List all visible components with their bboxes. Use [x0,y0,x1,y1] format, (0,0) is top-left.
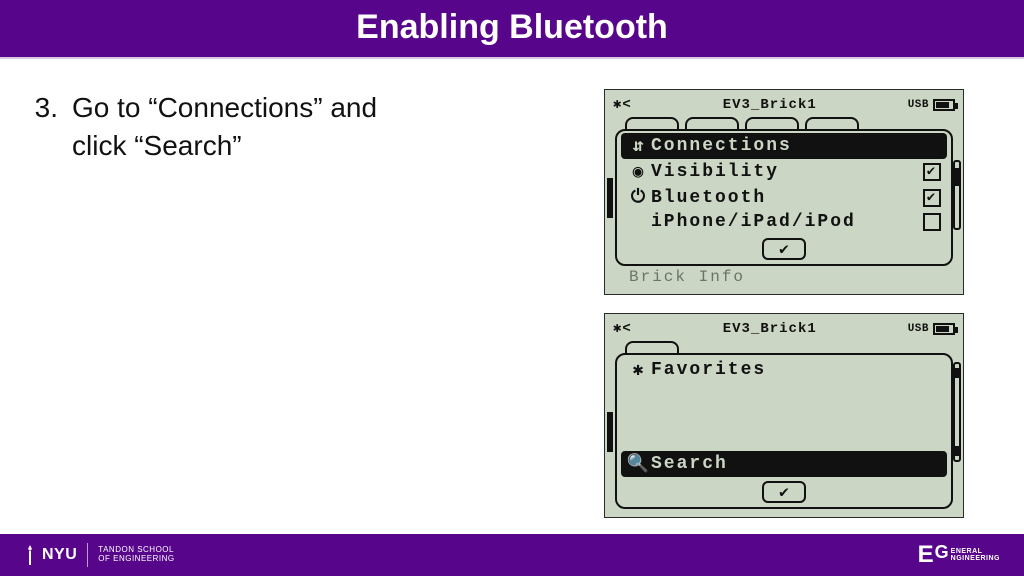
device-name: EV3_Brick1 [632,97,908,113]
power-icon: ⏻ [627,187,651,208]
nyu-school: TANDON SCHOOL OF ENGINEERING [98,546,174,564]
menu-label: Favorites [651,360,941,380]
side-marker-left [607,412,613,452]
status-bar: ✱< EV3_Brick1 USB [611,96,957,117]
checkbox-unchecked[interactable] [923,213,941,231]
menu-label: iPhone/iPad/iPod [651,212,923,232]
instruction-column: 3. Go to “Connections” and click “Search… [30,89,604,524]
checkbox-checked[interactable]: ✔ [923,189,941,207]
menu-label: Connections [651,136,941,156]
ok-button[interactable]: ✔ [762,481,806,503]
menu-item-visibility[interactable]: ◉ Visibility ✔ [621,159,947,185]
bluetooth-status-icon: ✱< [613,96,632,113]
ev3-screen-search: ✱< EV3_Brick1 USB ✱ Favorites [604,313,964,518]
menu-item-connections[interactable]: ⇵ Connections [621,133,947,159]
nyu-logo: NYU [24,545,77,565]
bluetooth-status-icon: ✱< [613,320,632,337]
menu-panel: ⇵ Connections ◉ Visibility ✔ ⏻ Bluetooth… [615,129,953,266]
eg-letter-e: E [918,541,934,569]
confirm-row: ✔ [621,234,947,260]
ok-button[interactable]: ✔ [762,238,806,260]
menu-item-search[interactable]: 🔍 Search [621,451,947,477]
status-bar: ✱< EV3_Brick1 USB [611,320,957,341]
nyu-school-line2: OF ENGINEERING [98,555,174,564]
screenshot-column: ✱< EV3_Brick1 USB ⇵ Connections [604,89,1004,524]
battery-icon [933,323,955,335]
menu-panel: ✱ Favorites 🔍 Search ✔ [615,353,953,509]
divider [87,543,88,567]
device-name: EV3_Brick1 [632,321,908,337]
favorites-list-empty [621,383,947,451]
nyu-logo-block: NYU TANDON SCHOOL OF ENGINEERING [24,543,175,567]
menu-item-iphone[interactable]: iPhone/iPad/iPod [621,210,947,234]
slide-body: 3. Go to “Connections” and click “Search… [0,59,1024,534]
footer-bar: NYU TANDON SCHOOL OF ENGINEERING E G ENE… [0,534,1024,576]
battery-icon [933,99,955,111]
menu-label: Bluetooth [651,188,923,208]
step-number: 3. [30,89,72,165]
eg-line1: ENERAL [951,548,1000,555]
network-icon: ⇵ [627,135,651,157]
search-icon: 🔍 [627,453,651,475]
checkbox-checked[interactable]: ✔ [923,163,941,181]
step-text: Go to “Connections” and click “Search” [72,89,432,165]
menu-item-favorites[interactable]: ✱ Favorites [621,357,947,383]
menu-item-bluetooth[interactable]: ⏻ Bluetooth ✔ [621,185,947,210]
side-marker-left [607,178,613,218]
menu-label: Visibility [651,162,923,182]
usb-label: USB [908,99,929,111]
scrollbar [953,160,961,230]
nyu-text: NYU [42,546,77,564]
slide: Enabling Bluetooth 3. Go to “Connections… [0,0,1024,576]
eye-icon: ◉ [627,161,651,183]
scrollbar [953,362,961,462]
menu-label: Search [651,454,941,474]
slide-title: Enabling Bluetooth [0,0,1024,59]
eg-logo: E G ENERAL NGINEERING [918,541,1000,569]
step-item: 3. Go to “Connections” and click “Search… [30,89,584,165]
obscured-menu-item: Brick Info [611,268,957,286]
confirm-row: ✔ [621,477,947,503]
usb-label: USB [908,323,929,335]
ev3-screen-connections: ✱< EV3_Brick1 USB ⇵ Connections [604,89,964,295]
eg-line2: NGINEERING [951,555,1000,562]
eg-letter-g: G [935,542,949,563]
bluetooth-icon: ✱ [627,359,651,381]
eg-subtitle: ENERAL NGINEERING [951,548,1000,562]
torch-icon [24,545,36,565]
